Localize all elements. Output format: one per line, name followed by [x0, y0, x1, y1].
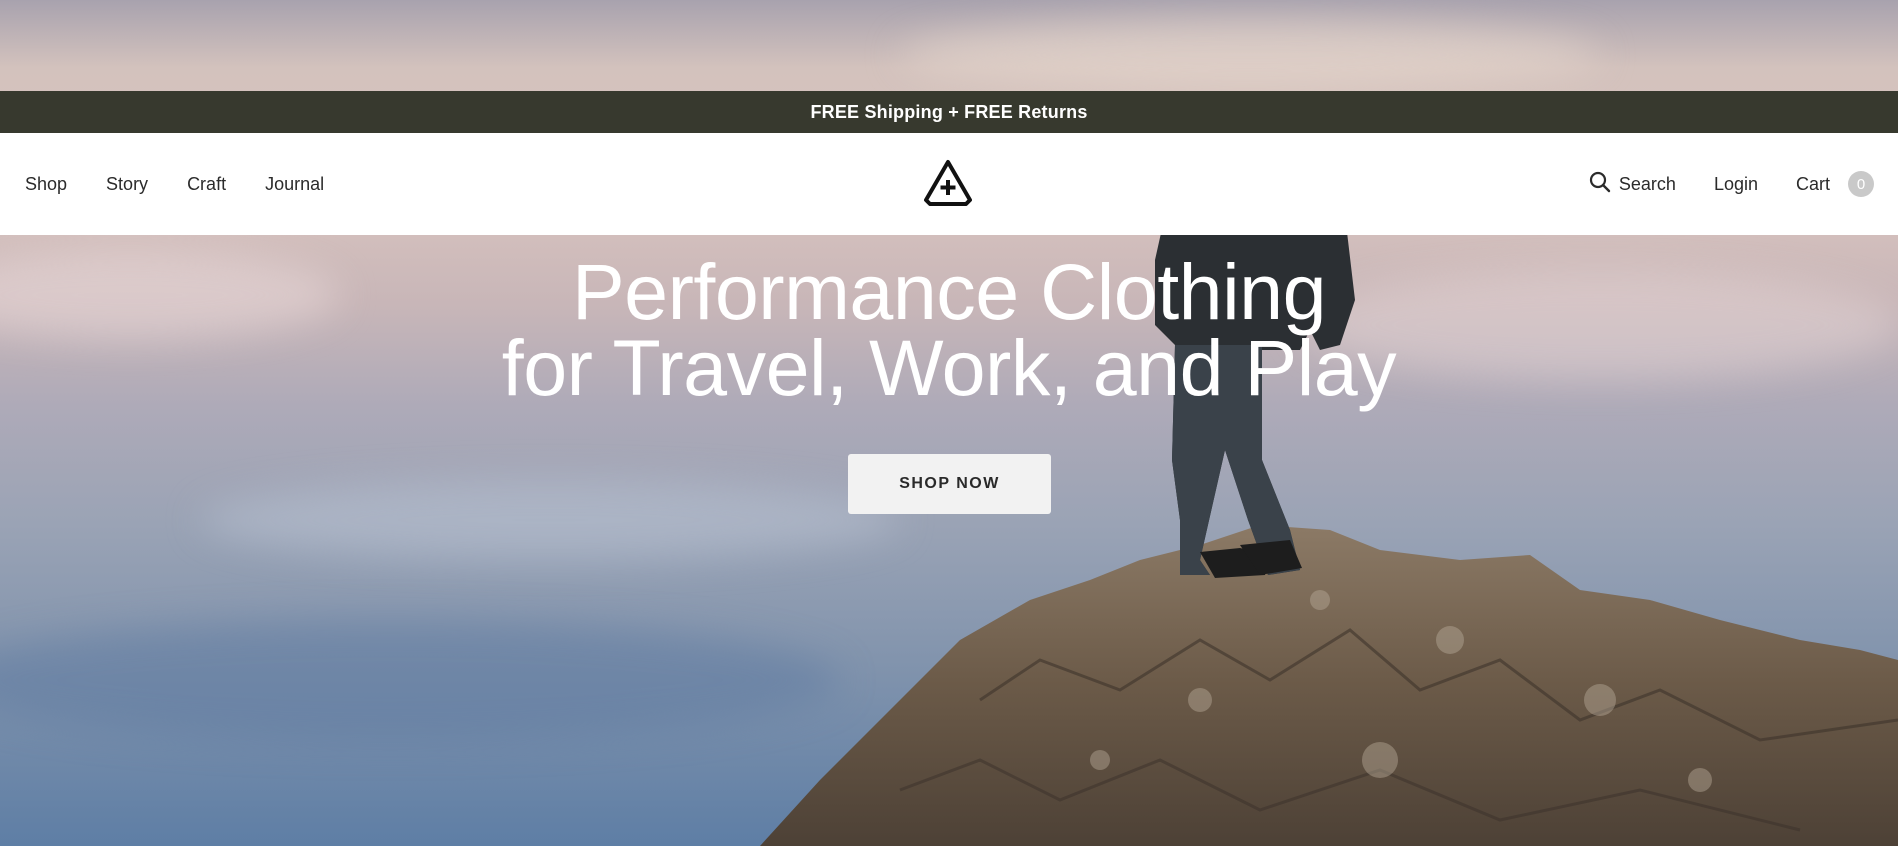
nav-shop-link[interactable]: Shop	[25, 174, 67, 195]
search-label: Search	[1618, 173, 1676, 194]
login-link[interactable]: Login	[1714, 174, 1758, 195]
announcement-text: FREE Shipping + FREE Returns	[810, 101, 1088, 122]
announcement-bar: FREE Shipping + FREE Returns	[0, 91, 1898, 133]
shop-now-button[interactable]: SHOP NOW	[848, 454, 1051, 514]
nav-craft-link[interactable]: Craft	[187, 174, 226, 195]
nav-story-link[interactable]: Story	[106, 174, 148, 195]
page: FREE Shipping + FREE Returns Shop Story …	[0, 0, 1898, 846]
hero-title: Performance Clothing for Travel, Work, a…	[0, 252, 1898, 407]
nav-journal-link[interactable]: Journal	[265, 174, 324, 195]
brand-logo-icon[interactable]	[922, 158, 974, 206]
cart-count-badge: 0	[1848, 171, 1874, 197]
site-header: Shop Story Craft Journal Search Login Ca…	[0, 133, 1898, 235]
cart-label: Cart	[1795, 173, 1830, 194]
hero-title-line-2: for Travel, Work, and Play	[501, 323, 1397, 412]
primary-nav: Shop Story Craft Journal	[25, 133, 324, 235]
search-icon	[1589, 171, 1611, 198]
cart-button[interactable]: Cart 0	[1796, 171, 1874, 197]
utility-nav: Search Login Cart 0	[1589, 133, 1874, 235]
search-button[interactable]: Search	[1589, 171, 1676, 198]
